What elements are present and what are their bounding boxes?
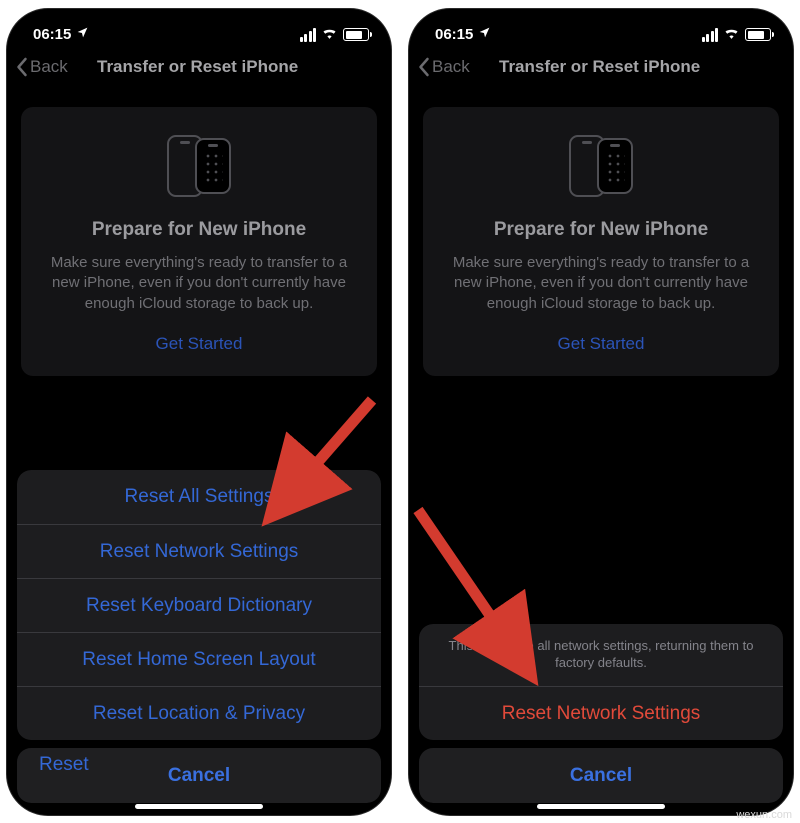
back-button[interactable]: Back [417,57,470,77]
status-bar: 06:15 [7,9,391,45]
chevron-left-icon [417,57,430,77]
reset-location-privacy-option[interactable]: Reset Location & Privacy [17,686,381,740]
watermark: wexun.com [736,809,792,821]
get-started-button[interactable]: Get Started [41,334,357,354]
phone-screenshot-right: 06:15 Back Transfer or Reset iPhone Prep… [408,8,794,816]
reset-home-screen-layout-option[interactable]: Reset Home Screen Layout [17,632,381,686]
status-bar: 06:15 [409,9,793,45]
reset-peek-label: Reset [39,754,89,776]
prepare-card: Prepare for New iPhone Make sure everyth… [423,107,779,376]
chevron-left-icon [15,57,28,77]
card-heading: Prepare for New iPhone [443,219,759,241]
page-title: Transfer or Reset iPhone [97,57,298,76]
cancel-button[interactable]: Cancel [419,748,783,803]
devices-icon [443,129,759,203]
cellular-signal-icon [702,28,719,42]
card-body: Make sure everything's ready to transfer… [443,253,759,314]
back-label: Back [30,57,68,77]
status-time: 06:15 [33,26,71,43]
phone-screenshot-left: 06:15 Back Transfer or Reset iPhone Prep… [6,8,392,816]
wifi-icon [321,26,338,43]
wifi-icon [723,26,740,43]
devices-icon [41,129,357,203]
home-indicator[interactable] [135,804,263,809]
reset-all-settings-option[interactable]: Reset All Settings [17,470,381,524]
location-icon [76,26,89,43]
confirm-action-sheet: This will delete all network settings, r… [419,624,783,803]
status-time: 06:15 [435,26,473,43]
navigation-bar: Back Transfer or Reset iPhone [7,45,391,89]
page-title: Transfer or Reset iPhone [499,57,700,76]
back-button[interactable]: Back [15,57,68,77]
prepare-card: Prepare for New iPhone Make sure everyth… [21,107,377,376]
card-body: Make sure everything's ready to transfer… [41,253,357,314]
reset-options-list: Reset All Settings Reset Network Setting… [17,470,381,740]
location-icon [478,26,491,43]
reset-keyboard-dictionary-option[interactable]: Reset Keyboard Dictionary [17,578,381,632]
back-label: Back [432,57,470,77]
battery-icon [745,28,771,41]
confirm-message: This will delete all network settings, r… [419,624,783,686]
navigation-bar: Back Transfer or Reset iPhone [409,45,793,89]
confirm-reset-network-button[interactable]: Reset Network Settings [419,686,783,740]
confirm-sheet-list: This will delete all network settings, r… [419,624,783,740]
home-indicator[interactable] [537,804,665,809]
card-heading: Prepare for New iPhone [41,219,357,241]
battery-icon [343,28,369,41]
reset-action-sheet: Reset All Settings Reset Network Setting… [17,470,381,803]
get-started-button[interactable]: Get Started [443,334,759,354]
cellular-signal-icon [300,28,317,42]
reset-network-settings-option[interactable]: Reset Network Settings [17,524,381,578]
